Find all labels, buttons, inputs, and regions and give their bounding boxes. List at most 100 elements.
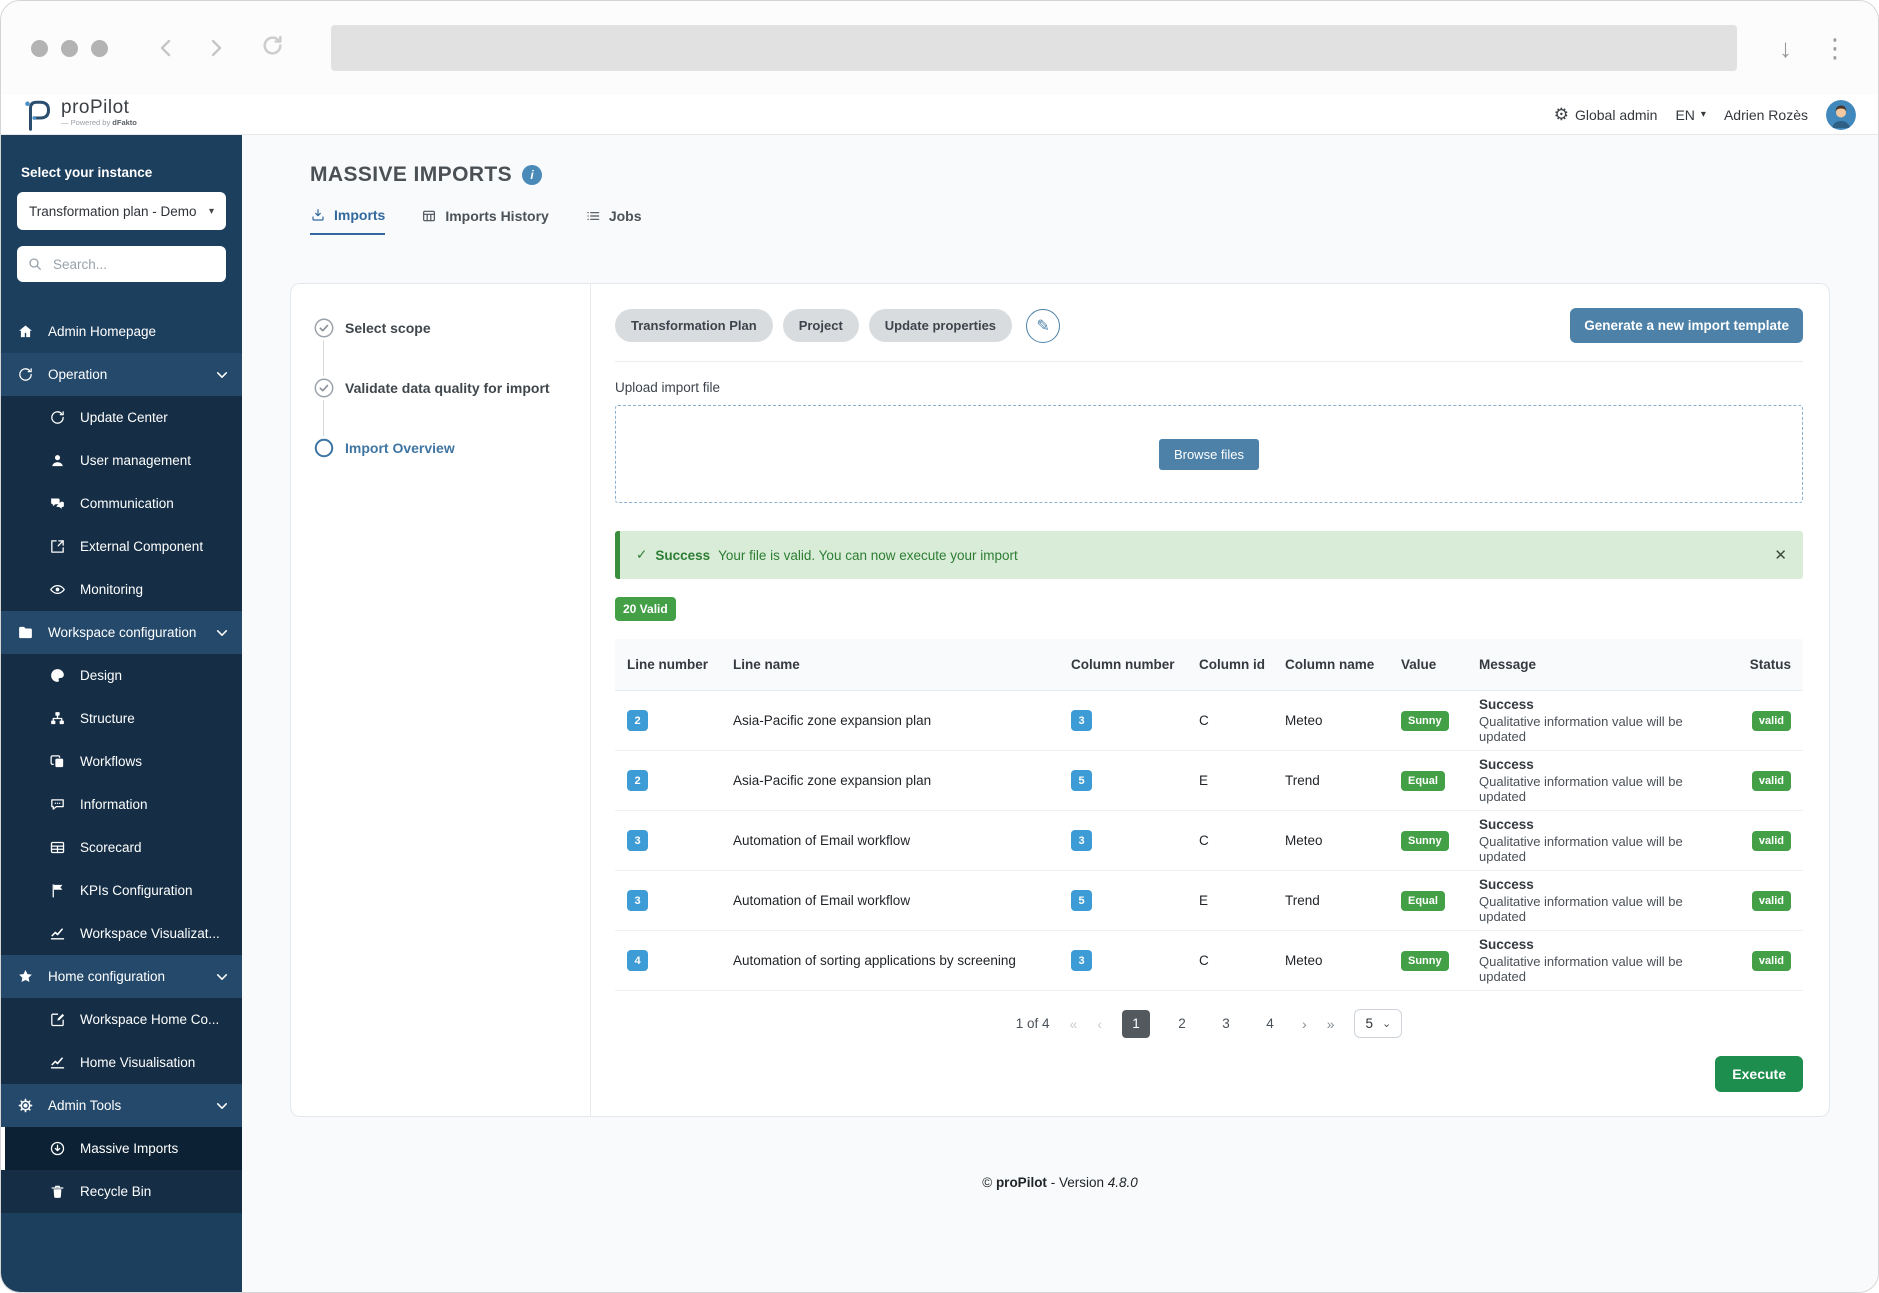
tab-imports-history[interactable]: Imports History	[421, 207, 549, 235]
close-icon[interactable]: ✕	[1774, 546, 1787, 564]
sidebar-item-structure[interactable]: Structure	[1, 697, 242, 740]
menu-kebab-icon[interactable]: ⋮	[1822, 35, 1848, 61]
sidebar-item-recycle-bin[interactable]: Recycle Bin	[1, 1170, 242, 1213]
step-select-scope[interactable]: Select scope	[313, 316, 590, 376]
search-input[interactable]	[51, 255, 216, 273]
sidebar-item-design[interactable]: Design	[1, 654, 242, 697]
tab-jobs[interactable]: Jobs	[585, 207, 642, 235]
sidebar-item-scorecard[interactable]: Scorecard	[1, 826, 242, 869]
page-button-1[interactable]: 1	[1122, 1009, 1151, 1038]
first-page-icon[interactable]: «	[1070, 1016, 1078, 1032]
page-size-select[interactable]: 5 ⌄	[1354, 1009, 1403, 1038]
tab-imports[interactable]: Imports	[310, 207, 386, 235]
refresh-icon	[51, 411, 64, 424]
table-icon	[423, 210, 436, 222]
sidebar-item-user-management[interactable]: User management	[1, 439, 242, 482]
line-number-badge: 2	[627, 770, 648, 791]
chevron-down-icon	[216, 371, 228, 378]
sidebar-search[interactable]	[17, 246, 226, 282]
column-number-badge: 5	[1071, 890, 1092, 911]
sidebar-section-admin-tools[interactable]: Admin Tools	[1, 1084, 242, 1127]
sidebar-section-operation[interactable]: Operation	[1, 353, 242, 396]
brand-name: proPilot	[61, 96, 130, 118]
forward-icon[interactable]	[204, 36, 228, 60]
instance-select[interactable]: Transformation plan - Demo ▾	[17, 192, 226, 230]
browse-files-button[interactable]: Browse files	[1158, 438, 1260, 470]
line-number-badge: 3	[627, 890, 648, 911]
sidebar-item-monitoring[interactable]: Monitoring	[1, 568, 242, 611]
tab-bar: Imports Imports History Jobs	[242, 187, 1878, 235]
sidebar-item-update-center[interactable]: Update Center	[1, 396, 242, 439]
download-icon[interactable]: ↓	[1779, 35, 1792, 61]
sidebar-item-information[interactable]: Information	[1, 783, 242, 826]
last-page-icon[interactable]: »	[1327, 1016, 1335, 1032]
pencil-icon: ✎	[1036, 317, 1050, 335]
step-validate-data[interactable]: Validate data quality for import	[313, 376, 590, 436]
window-dot[interactable]	[61, 39, 78, 57]
line-name: Asia-Pacific zone expansion plan	[733, 713, 932, 728]
page-title: MASSIVE IMPORTS	[310, 163, 513, 186]
sidebar-item-home-visualisation[interactable]: Home Visualisation	[1, 1041, 242, 1084]
prev-page-icon[interactable]: ‹	[1097, 1016, 1102, 1032]
window-dot[interactable]	[31, 39, 48, 57]
caret-down-icon: ▾	[1700, 109, 1706, 120]
eye-icon	[50, 584, 65, 595]
sidebar-section-workspace-configuration[interactable]: Workspace configuration	[1, 611, 242, 654]
back-icon[interactable]	[154, 36, 178, 60]
sidebar-item-workspace-visualization[interactable]: Workspace Visualizat...	[1, 912, 242, 955]
import-icon	[312, 209, 324, 221]
avatar[interactable]	[1826, 99, 1856, 130]
line-name: Automation of Email workflow	[733, 893, 911, 908]
page-button-2[interactable]: 2	[1170, 1016, 1194, 1031]
column-name: Meteo	[1285, 953, 1323, 968]
chevron-down-icon	[216, 973, 228, 980]
edit-scope-button[interactable]: ✎	[1026, 308, 1061, 343]
language-selector[interactable]: EN ▾	[1675, 107, 1705, 123]
page-button-3[interactable]: 3	[1214, 1016, 1238, 1031]
generate-template-button[interactable]: Generate a new import template	[1570, 308, 1803, 343]
window-controls[interactable]	[31, 39, 108, 57]
sidebar-item-admin-homepage[interactable]: Admin Homepage	[1, 310, 242, 353]
footer-brand: proPilot	[995, 1175, 1047, 1190]
valid-count-badge: 20 Valid	[615, 597, 676, 621]
chat-icon	[51, 498, 64, 509]
propilot-logo: proPilot — Powered by dFakto	[23, 98, 137, 132]
sidebar-item-workflows[interactable]: Workflows	[1, 740, 242, 783]
page-button-4[interactable]: 4	[1258, 1016, 1282, 1031]
step-done-icon	[314, 318, 334, 338]
success-alert: ✓ Success Your file is valid. You can no…	[615, 531, 1803, 579]
folder-icon	[19, 626, 32, 639]
step-import-overview[interactable]: Import Overview	[313, 436, 590, 460]
sidebar-section-home-configuration[interactable]: Home configuration	[1, 955, 242, 998]
edit-icon	[51, 1013, 65, 1027]
line-name: Automation of Email workflow	[733, 833, 911, 848]
table-row: 4 Automation of sorting applications by …	[615, 931, 1803, 991]
external-link-icon	[51, 540, 64, 553]
info-icon[interactable]: i	[522, 165, 543, 185]
footer: © proPilot - Version 4.8.0	[982, 1175, 1138, 1190]
url-bar[interactable]	[331, 25, 1737, 71]
sidebar-item-external-component[interactable]: External Component	[1, 525, 242, 568]
sidebar-item-kpis-configuration[interactable]: KPIs Configuration	[1, 869, 242, 912]
import-table: Line number Line name Column number Colu…	[615, 639, 1803, 991]
message-cell: Success Qualitative information value wil…	[1479, 697, 1683, 744]
org-chart-icon	[51, 712, 64, 725]
line-name: Asia-Pacific zone expansion plan	[733, 773, 932, 788]
global-admin-button[interactable]: ⚙ Global admin	[1554, 106, 1658, 123]
browser-window: ↓ ⋮ proPilot — Powered by dFakto ⚙ Globa…	[0, 0, 1879, 1293]
line-name: Automation of sorting applications by sc…	[733, 953, 1016, 968]
sidebar-item-massive-imports[interactable]: Massive Imports	[1, 1127, 242, 1170]
execute-button[interactable]: Execute	[1715, 1056, 1803, 1092]
copy-icon	[50, 755, 64, 768]
check-icon: ✓	[636, 547, 648, 562]
value-badge: Sunny	[1401, 710, 1449, 731]
scope-chip-project: Project	[782, 309, 859, 342]
upload-dropzone[interactable]: Browse files	[615, 405, 1803, 503]
window-dot[interactable]	[91, 39, 108, 57]
next-page-icon[interactable]: ›	[1302, 1016, 1307, 1032]
sidebar-item-communication[interactable]: Communication	[1, 482, 242, 525]
reload-icon[interactable]	[260, 33, 285, 58]
column-name: Trend	[1285, 773, 1320, 788]
line-number-badge: 4	[627, 950, 648, 971]
sidebar-item-workspace-home[interactable]: Workspace Home Co...	[1, 998, 242, 1041]
